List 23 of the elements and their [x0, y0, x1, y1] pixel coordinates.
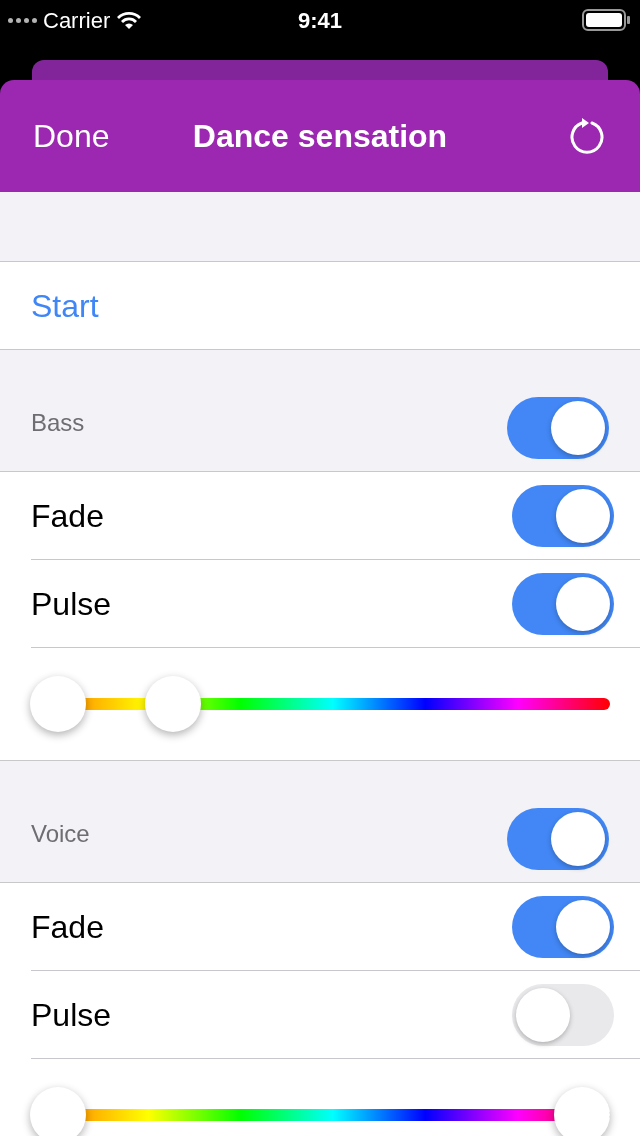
nav-title: Dance sensation — [192, 117, 448, 156]
done-button[interactable]: Done — [33, 112, 110, 160]
toggle-switch[interactable] — [507, 397, 609, 459]
carrier-name: Carrier — [43, 6, 111, 35]
color-range-slider[interactable] — [30, 676, 610, 732]
slider-thumb[interactable] — [554, 1087, 610, 1136]
row-label: Fade — [31, 496, 104, 536]
signal-icon — [8, 17, 37, 23]
slider-thumb[interactable] — [145, 676, 202, 732]
row-label: Fade — [31, 907, 104, 947]
battery-icon — [582, 9, 630, 31]
refresh-icon[interactable] — [569, 116, 607, 156]
wifi-icon — [116, 10, 143, 30]
section-header: Bass — [31, 408, 85, 438]
color-range-slider[interactable] — [30, 1087, 610, 1136]
row-label: Pulse — [31, 584, 112, 624]
slider-thumb[interactable] — [30, 1087, 86, 1136]
start-button[interactable]: Start — [31, 281, 99, 330]
toggle-switch[interactable] — [507, 808, 609, 870]
slider-thumb[interactable] — [30, 676, 86, 732]
section-header: Voice — [31, 819, 90, 849]
row-label: Pulse — [31, 995, 112, 1035]
clock-time: 9:41 — [298, 6, 342, 35]
